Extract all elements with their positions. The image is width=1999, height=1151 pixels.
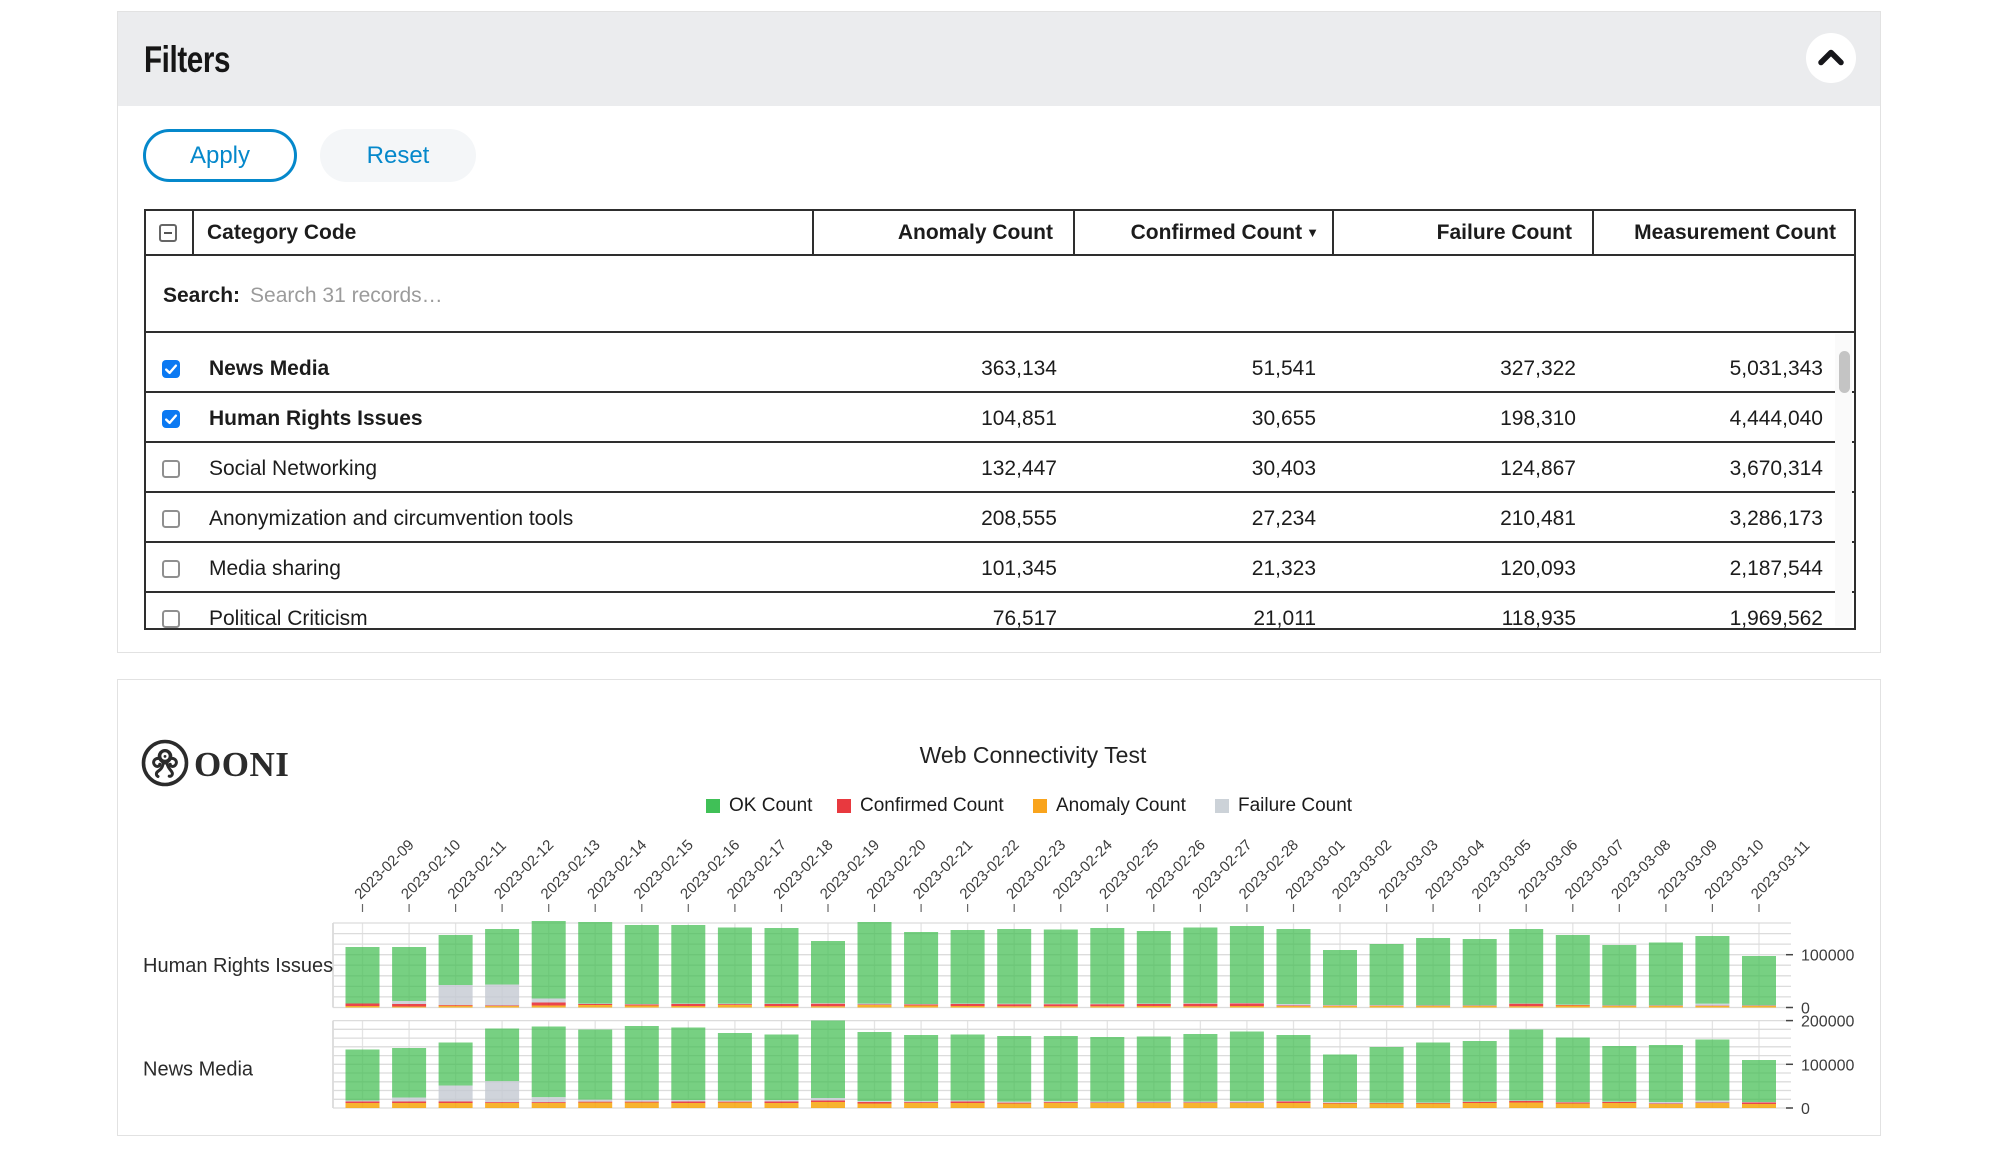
svg-text:100000: 100000 bbox=[1801, 1057, 1854, 1074]
svg-text:0: 0 bbox=[1801, 1101, 1810, 1118]
svg-text:100000: 100000 bbox=[1801, 948, 1854, 965]
svg-text:200000: 200000 bbox=[1801, 1014, 1854, 1031]
svg-text:News Media: News Media bbox=[143, 1059, 254, 1081]
svg-text:Human Rights Issues: Human Rights Issues bbox=[143, 955, 333, 977]
